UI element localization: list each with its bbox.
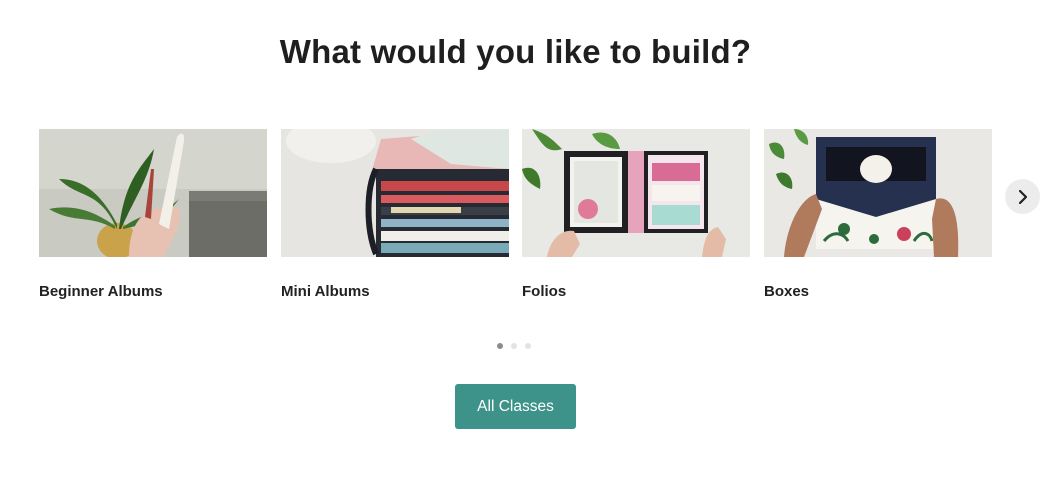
card-label[interactable]: Folios [522, 283, 750, 300]
card-boxes[interactable]: Boxes [764, 129, 992, 300]
card-image-boxes[interactable] [764, 129, 992, 257]
card-folios[interactable]: Folios [522, 129, 750, 300]
carousel-next-button[interactable] [1005, 179, 1040, 214]
chevron-right-icon [1018, 189, 1027, 204]
carousel-pagination [497, 343, 531, 349]
card-label[interactable]: Boxes [764, 283, 992, 300]
pagination-dot-3[interactable] [525, 343, 531, 349]
card-image-mini-albums[interactable] [281, 129, 509, 257]
category-carousel: Beginner Albums Mini Albums Folios Boxes [39, 129, 993, 304]
card-label[interactable]: Beginner Albums [39, 283, 267, 300]
card-beginner-albums[interactable]: Beginner Albums [39, 129, 267, 300]
card-image-beginner-albums[interactable] [39, 129, 267, 257]
card-image-folios[interactable] [522, 129, 750, 257]
pagination-dot-2[interactable] [511, 343, 517, 349]
card-label[interactable]: Mini Albums [281, 283, 509, 300]
card-mini-albums[interactable]: Mini Albums [281, 129, 509, 300]
page-title: What would you like to build? [279, 33, 752, 70]
all-classes-button[interactable]: All Classes [455, 384, 576, 429]
pagination-dot-1[interactable] [497, 343, 503, 349]
